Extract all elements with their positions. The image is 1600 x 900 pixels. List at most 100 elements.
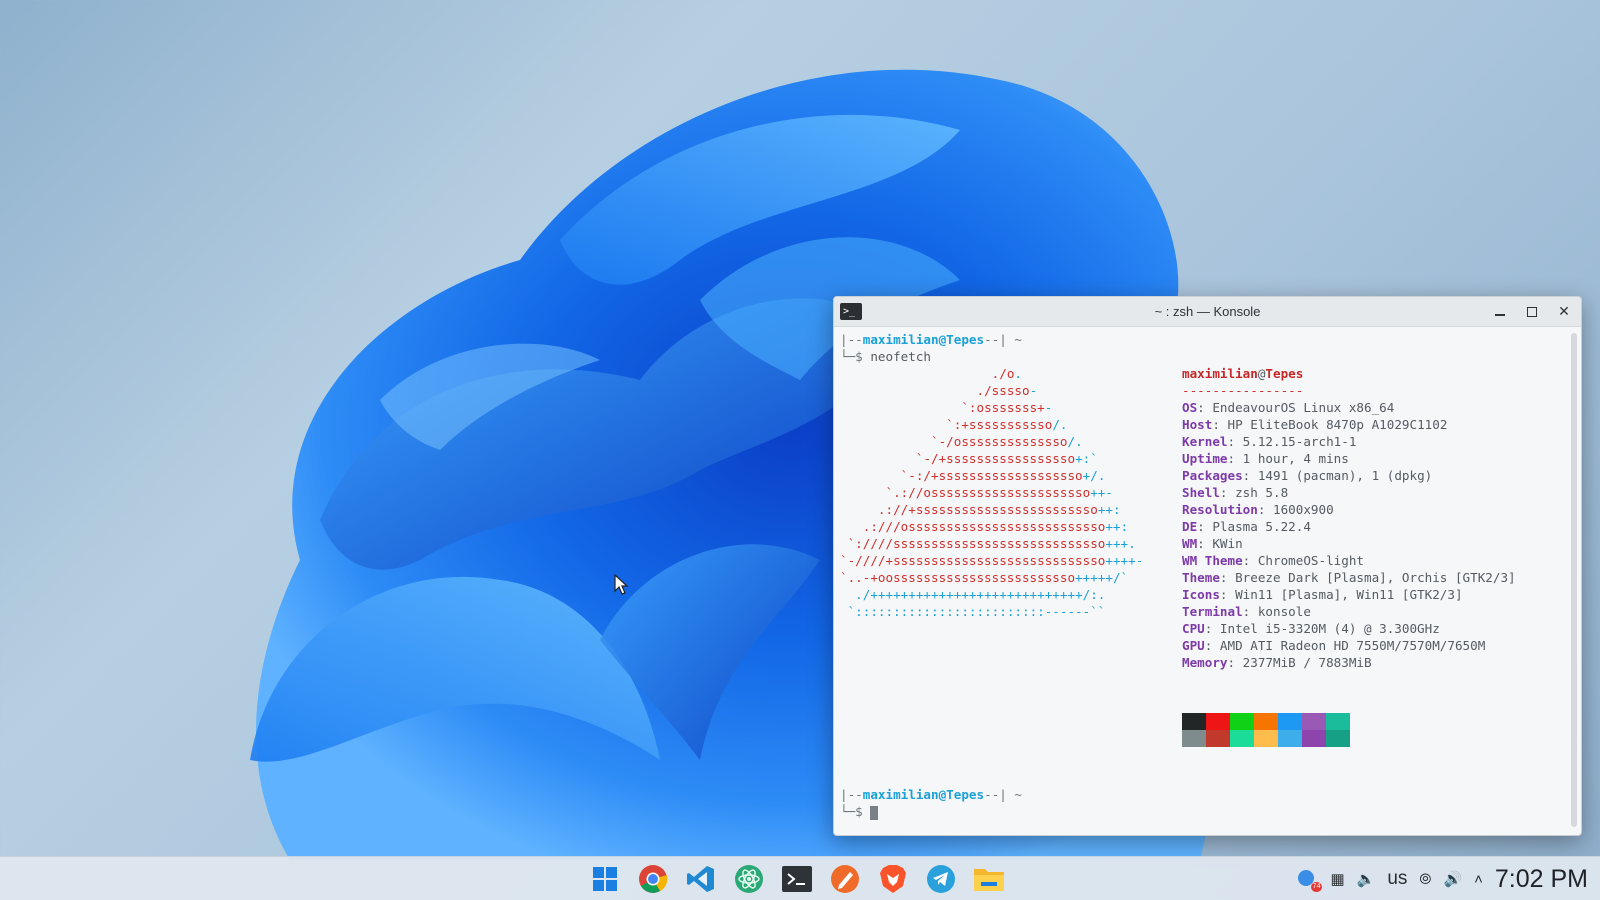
text-cursor xyxy=(870,805,879,820)
info-value: HP EliteBook 8470p A1029C1102 xyxy=(1227,417,1448,432)
info-key: Packages xyxy=(1182,468,1243,483)
ascii-line: `-////+ssssssssssssssssssssssssssso++++- xyxy=(840,553,1144,568)
info-key: GPU xyxy=(1182,638,1205,653)
info-value: 2377MiB / 7883MiB xyxy=(1242,655,1372,670)
audio-icon[interactable]: 🔊 xyxy=(1443,870,1462,888)
info-line: Kernel: 5.12.15-arch1-1 xyxy=(1182,434,1357,449)
atom-icon xyxy=(735,865,763,893)
second-prompt: |--maximilian@Tepes--| ~ └─$ xyxy=(840,786,1022,820)
prompt-line: |--maximilian@Tepes--| ~ xyxy=(840,786,1022,803)
color-swatch xyxy=(1182,713,1206,730)
info-line: Resolution: 1600x900 xyxy=(1182,502,1334,517)
ascii-line: `:+sssssssssso/. xyxy=(946,417,1068,432)
chrome-button[interactable] xyxy=(636,862,670,896)
prompt-symbol: └─$ xyxy=(840,804,871,819)
taskbar: 74 ▦ 🔈 us ⦾ 🔊 ˄ 7:02 PM xyxy=(0,856,1600,900)
prompt-prefix: |-- xyxy=(840,787,863,802)
color-swatch xyxy=(1326,730,1350,747)
info-value: Breeze Dark [Plasma], Orchis [GTK2/3] xyxy=(1235,570,1516,585)
info-value: AMD ATI Radeon HD 7550M/7570M/7650M xyxy=(1219,638,1486,653)
info-line: Uptime: 1 hour, 4 mins xyxy=(1182,451,1349,466)
files-button[interactable] xyxy=(972,862,1006,896)
info-key: Theme xyxy=(1182,570,1220,585)
windows-logo-icon xyxy=(593,867,617,891)
start-menu-button[interactable] xyxy=(588,862,622,896)
ascii-line: `:////ssssssssssssssssssssssssssso+++. xyxy=(847,536,1136,551)
info-line: CPU: Intel i5-3320M (4) @ 3.300GHz xyxy=(1182,621,1440,636)
prompt-prefix: |-- xyxy=(840,332,863,347)
info-key: CPU xyxy=(1182,621,1205,636)
info-host: Tepes xyxy=(1265,366,1304,381)
konsole-button[interactable] xyxy=(780,862,814,896)
command-line: └─$ neofetch xyxy=(840,348,1561,365)
prompt-user: maximilian@Tepes xyxy=(862,332,985,347)
vscode-button[interactable] xyxy=(684,862,718,896)
network-icon[interactable]: ⦾ xyxy=(1419,871,1431,888)
folder-icon xyxy=(974,869,1004,891)
info-line: DE: Plasma 5.22.4 xyxy=(1182,519,1311,534)
info-key: Host xyxy=(1182,417,1213,432)
info-key: Kernel xyxy=(1182,434,1228,449)
minimize-button[interactable] xyxy=(1491,303,1509,321)
info-value: Win11 [Plasma], Win11 [GTK2/3] xyxy=(1235,587,1463,602)
konsole-window[interactable]: >_ ~ : zsh — Konsole ✕ |--maximilian@Tep… xyxy=(833,296,1582,836)
ascii-line: .://+ssssssssssssssssssssssso++: xyxy=(877,502,1121,517)
neofetch-ascii-logo: ./o. ./sssso- `:osssssss+- `:+ssssssssss… xyxy=(840,365,1143,620)
color-swatch xyxy=(1230,713,1254,730)
brave-icon xyxy=(880,865,906,893)
info-key: DE xyxy=(1182,519,1198,534)
maximize-button[interactable] xyxy=(1523,303,1541,321)
close-button[interactable]: ✕ xyxy=(1555,303,1573,321)
window-titlebar[interactable]: >_ ~ : zsh — Konsole ✕ xyxy=(834,297,1581,327)
info-line: WM Theme: ChromeOS-light xyxy=(1182,553,1364,568)
info-value: zsh 5.8 xyxy=(1235,485,1289,500)
chevron-up-icon[interactable]: ˄ xyxy=(1474,871,1483,888)
neofetch-info: maximilian@Tepes ---------------- OS: En… xyxy=(1182,365,1516,671)
info-key: Shell xyxy=(1182,485,1220,500)
info-value: Intel i5-3320M (4) @ 3.300GHz xyxy=(1219,621,1440,636)
update-notifier[interactable]: 74 xyxy=(1296,868,1323,892)
ascii-line: `-:/+sssssssssssssssssso+/. xyxy=(900,468,1106,483)
ascii-line: ./++++++++++++++++++++++++++++/:. xyxy=(855,587,1106,602)
info-line: Packages: 1491 (pacman), 1 (dpkg) xyxy=(1182,468,1433,483)
scrollbar[interactable] xyxy=(1571,333,1577,827)
input-line[interactable]: └─$ xyxy=(840,803,1022,820)
info-value: 5.12.15-arch1-1 xyxy=(1242,434,1357,449)
color-swatch xyxy=(1302,730,1326,747)
pen-icon xyxy=(831,865,859,893)
ascii-line: `..-+oossssssssssssssssssssssso+++++/` xyxy=(840,570,1129,585)
volume-icon[interactable]: 🔈 xyxy=(1357,870,1376,888)
system-tray: 74 ▦ 🔈 us ⦾ 🔊 ˄ 7:02 PM xyxy=(1296,857,1588,900)
color-palette xyxy=(1182,713,1350,747)
brave-button[interactable] xyxy=(876,862,910,896)
pen-app-button[interactable] xyxy=(828,862,862,896)
info-value: 1491 (pacman), 1 (dpkg) xyxy=(1257,468,1433,483)
info-value: 1600x900 xyxy=(1273,502,1334,517)
atom-button[interactable] xyxy=(732,862,766,896)
color-swatch xyxy=(1230,730,1254,747)
prompt-line: |--maximilian@Tepes--| ~ xyxy=(840,331,1561,348)
info-value: konsole xyxy=(1257,604,1311,619)
prompt-user: maximilian@Tepes xyxy=(862,787,985,802)
info-header: maximilian@Tepes xyxy=(1182,365,1516,382)
keyboard-layout[interactable]: us xyxy=(1387,868,1407,890)
telegram-icon xyxy=(927,865,955,893)
color-swatch xyxy=(1302,713,1326,730)
command-text: neofetch xyxy=(870,349,932,364)
notification-badge: 74 xyxy=(1310,882,1323,892)
ascii-line: `-/ossssssssssssso/. xyxy=(931,434,1083,449)
info-key: Terminal xyxy=(1182,604,1243,619)
info-key: Memory xyxy=(1182,655,1228,670)
color-swatch xyxy=(1206,730,1230,747)
close-icon: ✕ xyxy=(1558,304,1570,320)
terminal-output[interactable]: |--maximilian@Tepes--| ~ └─$ neofetch ./… xyxy=(834,327,1567,835)
clock[interactable]: 7:02 PM xyxy=(1495,865,1588,894)
prompt-suffix: --| ~ xyxy=(984,332,1022,347)
ascii-line: `-/+sssssssssssssssso+:` xyxy=(915,451,1098,466)
info-line: Theme: Breeze Dark [Plasma], Orchis [GTK… xyxy=(1182,570,1516,585)
terminal-icon xyxy=(782,866,812,892)
info-line: Memory: 2377MiB / 7883MiB xyxy=(1182,655,1372,670)
telegram-button[interactable] xyxy=(924,862,958,896)
clipboard-icon[interactable]: ▦ xyxy=(1330,870,1344,888)
info-line: OS: EndeavourOS Linux x86_64 xyxy=(1182,400,1395,415)
